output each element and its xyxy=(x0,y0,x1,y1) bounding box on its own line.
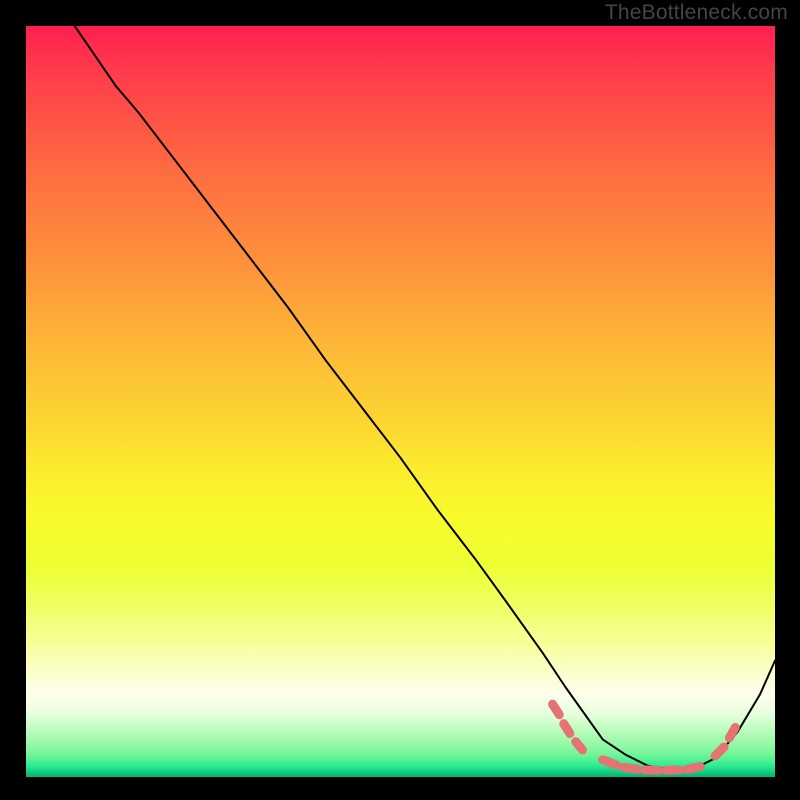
highlight-dash xyxy=(576,742,583,750)
highlight-dash xyxy=(564,724,570,734)
highlight-dash-markers xyxy=(553,704,736,770)
highlight-dash xyxy=(687,766,700,769)
highlight-dash xyxy=(624,767,637,769)
watermark-label: TheBottleneck.com xyxy=(605,1,788,25)
chart-svg xyxy=(26,26,775,777)
chart-plot-area xyxy=(26,26,775,777)
highlight-dash xyxy=(603,760,616,765)
highlight-dash xyxy=(715,747,724,756)
highlight-dash xyxy=(553,704,560,715)
highlight-dash xyxy=(729,727,735,738)
bottleneck-curve-line xyxy=(75,26,775,769)
